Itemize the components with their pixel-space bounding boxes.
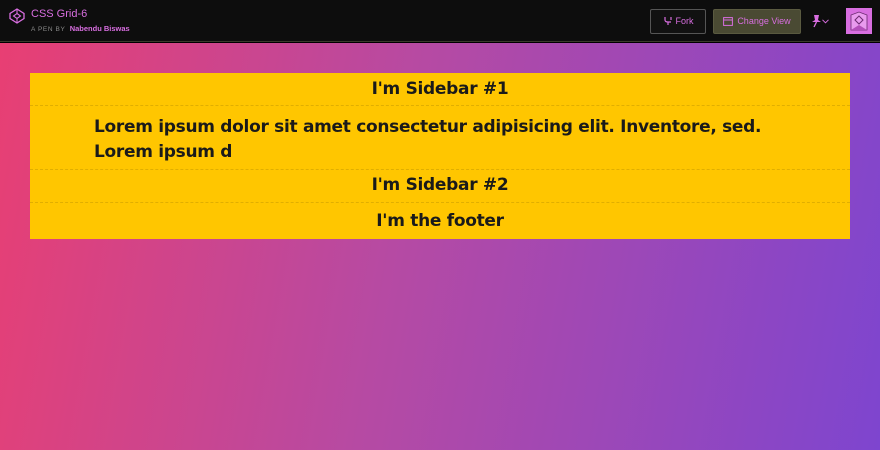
footer: I'm the footer xyxy=(376,211,504,231)
pen-title-area: CSS Grid-6 A PEN BY Nabendu Biswas xyxy=(0,0,130,42)
main-content: Lorem ipsum dolor sit amet consectetur a… xyxy=(30,106,850,170)
sidebar-1: I'm Sidebar #1 xyxy=(30,73,850,106)
header-actions: Fork Change View xyxy=(650,0,880,42)
codepen-icon[interactable] xyxy=(9,7,25,24)
pin-menu-button[interactable] xyxy=(810,14,834,28)
change-view-icon xyxy=(723,16,734,26)
grid-container: I'm Sidebar #1 Lorem ipsum dolor sit ame… xyxy=(30,73,850,239)
chevron-down-icon xyxy=(822,18,829,24)
change-view-label: Change View xyxy=(737,16,791,26)
editor-topbar: CSS Grid-6 A PEN BY Nabendu Biswas Fork … xyxy=(0,0,880,42)
fork-label: Fork xyxy=(675,16,694,26)
avatar-graphic xyxy=(848,10,870,32)
change-view-button[interactable]: Change View xyxy=(713,8,801,34)
sidebar-2: I'm Sidebar #2 xyxy=(30,170,850,203)
fork-icon xyxy=(663,17,672,25)
avatar[interactable] xyxy=(846,8,872,34)
byline-prefix: A PEN BY xyxy=(31,26,66,33)
pin-icon xyxy=(812,15,821,28)
pen-title[interactable]: CSS Grid-6 xyxy=(31,8,130,21)
pen-byline: A PEN BY Nabendu Biswas xyxy=(31,24,130,33)
fork-button[interactable]: Fork xyxy=(650,8,706,34)
preview-pane: I'm Sidebar #1 Lorem ipsum dolor sit ame… xyxy=(0,43,880,450)
author-link[interactable]: Nabendu Biswas xyxy=(70,24,130,33)
